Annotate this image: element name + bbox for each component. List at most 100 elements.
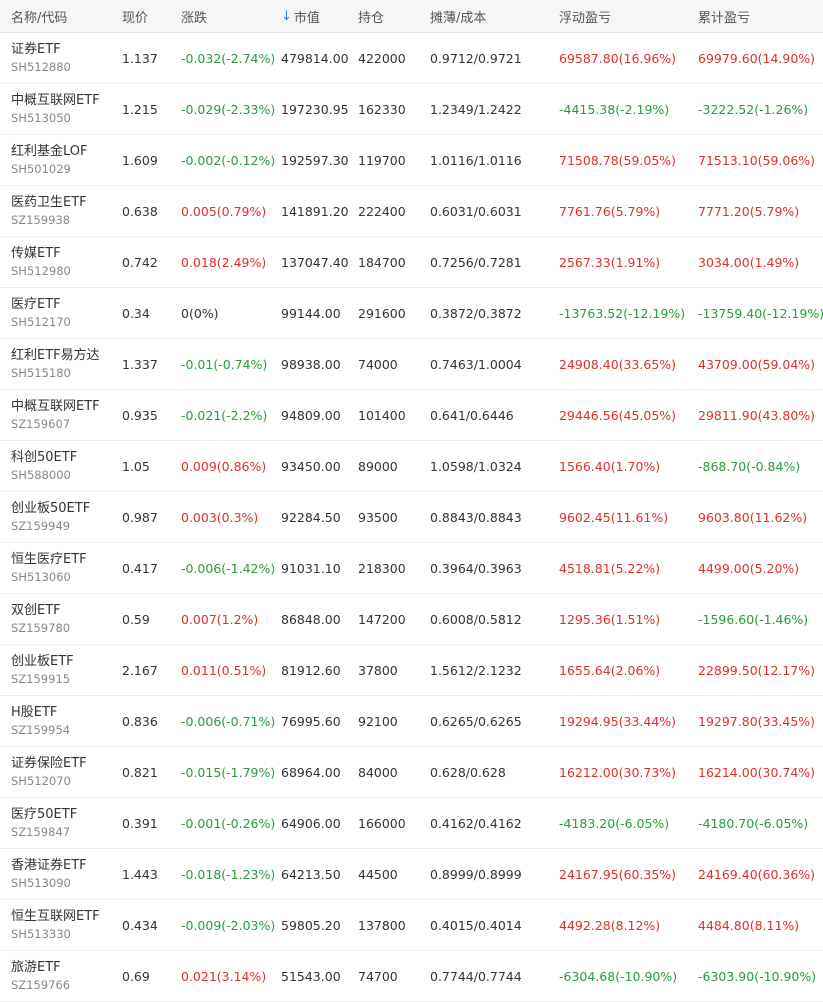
price-cell: 0.391 <box>122 815 158 831</box>
fund-name[interactable]: 红利基金LOF <box>11 143 88 161</box>
table-row[interactable]: 红利ETF易方达 SH515180 1.337 -0.01(-0.74%) 98938.… <box>0 339 823 390</box>
market-value-cell: 92284.50 <box>281 509 341 525</box>
table-row[interactable]: 中概互联网ETF SZ159607 0.935 -0.021(-2.2%) 94809.… <box>0 390 823 441</box>
position-cell: 137800 <box>358 917 406 933</box>
header-position[interactable]: 持仓 <box>350 7 421 26</box>
fund-name[interactable]: 双创ETF <box>11 602 61 620</box>
table-row[interactable]: 证券保险ETF SH512070 0.821 -0.015(-1.79%) 68964.… <box>0 747 823 798</box>
fund-name[interactable]: 中概互联网ETF <box>11 398 100 416</box>
change-cell: 0.021(3.14%) <box>181 968 267 984</box>
fund-name-cell[interactable]: 红利基金LOF SH501029 <box>0 135 112 185</box>
fund-name-cell[interactable]: 恒生医疗ETF SH513060 <box>0 543 112 593</box>
cost-cell: 0.6008/0.5812 <box>430 611 522 627</box>
cost-cell: 0.6031/0.6031 <box>430 203 522 219</box>
fund-name[interactable]: 旅游ETF <box>11 959 61 977</box>
table-row[interactable]: 医疗50ETF SZ159847 0.391 -0.001(-0.26%) 64906.… <box>0 798 823 849</box>
fund-name[interactable]: 创业板50ETF <box>11 500 90 518</box>
table-row[interactable]: 恒生医疗ETF SH513060 0.417 -0.006(-1.42%) 91031.… <box>0 543 823 594</box>
fund-name-cell[interactable]: 创业板50ETF SZ159949 <box>0 492 112 542</box>
table-row[interactable]: 医疗ETF SH512170 0.34 0(0%) 99144.00 291600 0.38… <box>0 288 823 339</box>
cumulative-pl-cell: 7771.20(5.79%) <box>698 203 800 219</box>
fund-name-cell[interactable]: 恒生互联网ETF SH513330 <box>0 900 112 950</box>
table-body: 证券ETF SH512880 1.137 -0.032(-2.74%) 479814.0… <box>0 33 823 1002</box>
fund-code: SH513050 <box>11 110 71 125</box>
fund-name[interactable]: 香港证券ETF <box>11 857 87 875</box>
fund-name[interactable]: 恒生互联网ETF <box>11 908 100 926</box>
table-row[interactable]: 医药卫生ETF SZ159938 0.638 0.005(0.79%) 141891.2… <box>0 186 823 237</box>
price-cell: 0.742 <box>122 254 158 270</box>
table-row[interactable]: 证券ETF SH512880 1.137 -0.032(-2.74%) 479814.0… <box>0 33 823 84</box>
fund-name-cell[interactable]: 红利ETF易方达 SH515180 <box>0 339 112 389</box>
header-price[interactable]: 现价 <box>112 7 171 26</box>
fund-name-cell[interactable]: 医疗ETF SH512170 <box>0 288 112 338</box>
fund-name[interactable]: 医疗50ETF <box>11 806 77 824</box>
fund-name[interactable]: 医疗ETF <box>11 296 61 314</box>
header-name-code[interactable]: 名称/代码 <box>0 7 112 26</box>
table-row[interactable]: 科创50ETF SH588000 1.05 0.009(0.86%) 93450.00 8… <box>0 441 823 492</box>
table-row[interactable]: 恒生互联网ETF SH513330 0.434 -0.009(-2.03%) 59805… <box>0 900 823 951</box>
header-cumulative-pl[interactable]: 累计盈亏 <box>690 7 823 26</box>
table-row[interactable]: 传媒ETF SH512980 0.742 0.018(2.49%) 137047.40 1… <box>0 237 823 288</box>
fund-name-cell[interactable]: 双创ETF SZ159780 <box>0 594 112 644</box>
fund-name[interactable]: 恒生医疗ETF <box>11 551 87 569</box>
header-cost-label: 摊薄/成本 <box>430 10 487 26</box>
fund-name[interactable]: 证券ETF <box>11 41 61 59</box>
fund-code: SH512170 <box>11 314 71 329</box>
arrow-down-icon: ↓ <box>281 8 292 24</box>
fund-name[interactable]: 医药卫生ETF <box>11 194 87 212</box>
table-row[interactable]: 红利基金LOF SH501029 1.609 -0.002(-0.12%) 192597… <box>0 135 823 186</box>
fund-name-cell[interactable]: 证券保险ETF SH512070 <box>0 747 112 797</box>
table-row[interactable]: 创业板50ETF SZ159949 0.987 0.003(0.3%) 92284.50… <box>0 492 823 543</box>
fund-name-cell[interactable]: 医药卫生ETF SZ159938 <box>0 186 112 236</box>
market-value-cell: 91031.10 <box>281 560 341 576</box>
floating-pl-cell: 4518.81(5.22%) <box>559 560 661 576</box>
header-cost[interactable]: 摊薄/成本 <box>421 7 551 26</box>
header-floating-pl[interactable]: 浮动盈亏 <box>551 7 690 26</box>
fund-name-cell[interactable]: 旅游ETF SZ159766 <box>0 951 112 1001</box>
price-cell: 1.05 <box>122 458 150 474</box>
floating-pl-cell: 19294.95(33.44%) <box>559 713 677 729</box>
fund-code: SH513090 <box>11 875 71 890</box>
cumulative-pl-cell: 22899.50(12.17%) <box>698 662 816 678</box>
fund-code: SH515180 <box>11 365 71 380</box>
floating-pl-cell: 71508.78(59.05%) <box>559 152 677 168</box>
cumulative-pl-cell: 3034.00(1.49%) <box>698 254 800 270</box>
cost-cell: 1.0598/1.0324 <box>430 458 522 474</box>
table-row[interactable]: 香港证券ETF SH513090 1.443 -0.018(-1.23%) 64213.… <box>0 849 823 900</box>
fund-name[interactable]: 中概互联网ETF <box>11 92 100 110</box>
fund-name[interactable]: 科创50ETF <box>11 449 77 467</box>
market-value-cell: 64213.50 <box>281 866 341 882</box>
header-market-value[interactable]: ↓ 市值 <box>271 7 350 26</box>
change-cell: 0.007(1.2%) <box>181 611 259 627</box>
header-change[interactable]: 涨跌 <box>171 7 271 26</box>
fund-name-cell[interactable]: 传媒ETF SH512980 <box>0 237 112 287</box>
position-cell: 101400 <box>358 407 406 423</box>
table-row[interactable]: H股ETF SZ159954 0.836 -0.006(-0.71%) 76995.60… <box>0 696 823 747</box>
fund-name-cell[interactable]: 医疗50ETF SZ159847 <box>0 798 112 848</box>
fund-name[interactable]: 证券保险ETF <box>11 755 87 773</box>
cost-cell: 0.628/0.628 <box>430 764 506 780</box>
position-cell: 291600 <box>358 305 406 321</box>
fund-name[interactable]: H股ETF <box>11 704 57 722</box>
table-row[interactable]: 双创ETF SZ159780 0.59 0.007(1.2%) 86848.00 1472… <box>0 594 823 645</box>
fund-name-cell[interactable]: 香港证券ETF SH513090 <box>0 849 112 899</box>
table-row[interactable]: 创业板ETF SZ159915 2.167 0.011(0.51%) 81912.60 3… <box>0 645 823 696</box>
fund-code: SH512880 <box>11 59 71 74</box>
price-cell: 0.987 <box>122 509 158 525</box>
fund-name-cell[interactable]: 中概互联网ETF SZ159607 <box>0 390 112 440</box>
fund-name-cell[interactable]: 中概互联网ETF SH513050 <box>0 84 112 134</box>
fund-name-cell[interactable]: 证券ETF SH512880 <box>0 33 112 83</box>
fund-name-cell[interactable]: H股ETF SZ159954 <box>0 696 112 746</box>
table-row[interactable]: 旅游ETF SZ159766 0.69 0.021(3.14%) 51543.00 747… <box>0 951 823 1002</box>
position-cell: 74000 <box>358 356 398 372</box>
price-cell: 0.434 <box>122 917 158 933</box>
cost-cell: 1.5612/2.1232 <box>430 662 522 678</box>
header-floating-pl-label: 浮动盈亏 <box>559 10 612 26</box>
fund-name[interactable]: 创业板ETF <box>11 653 74 671</box>
fund-name[interactable]: 传媒ETF <box>11 245 61 263</box>
fund-name-cell[interactable]: 科创50ETF SH588000 <box>0 441 112 491</box>
fund-name[interactable]: 红利ETF易方达 <box>11 347 100 365</box>
fund-name-cell[interactable]: 创业板ETF SZ159915 <box>0 645 112 695</box>
table-row[interactable]: 中概互联网ETF SH513050 1.215 -0.029(-2.33%) 19723… <box>0 84 823 135</box>
fund-code: SH501029 <box>11 161 71 176</box>
